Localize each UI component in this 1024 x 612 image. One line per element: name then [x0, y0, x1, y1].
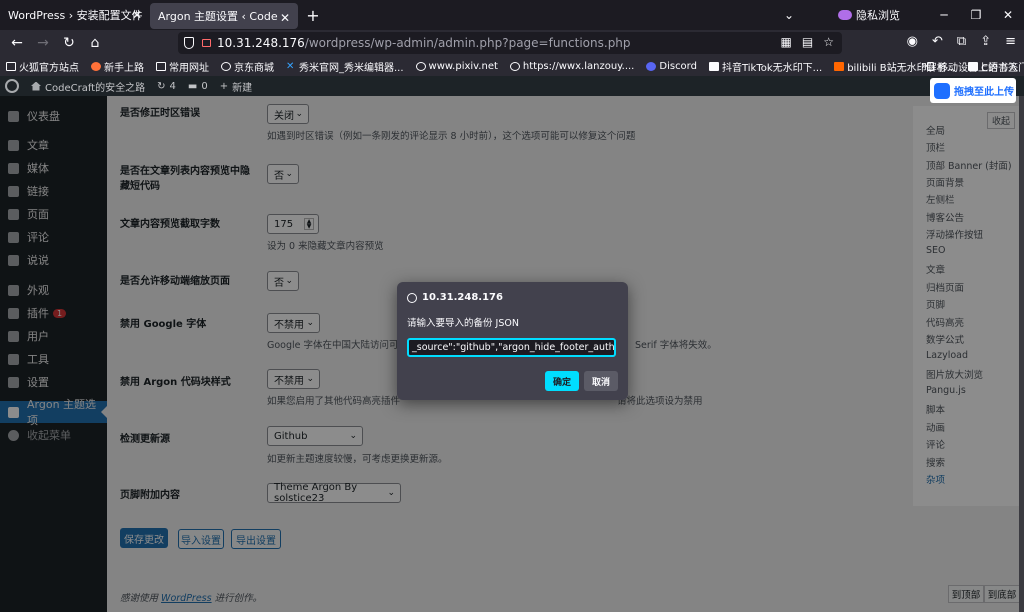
bookmark-star-icon[interactable]: ☆ — [823, 35, 834, 49]
reload-icon[interactable]: ↻ — [56, 35, 82, 51]
bookmark-label: www.pixiv.net — [428, 60, 498, 72]
comment-icon: ▬ — [187, 80, 198, 92]
minimize-icon[interactable]: ─ — [928, 8, 960, 22]
undo-icon[interactable]: ↶ — [932, 34, 943, 49]
folder-icon — [6, 61, 16, 71]
new-tab-button[interactable]: + — [302, 6, 324, 25]
tab-title: Argon 主题设置 ‹ CodeCraft的安全... — [158, 10, 278, 23]
comments-count: 0 — [201, 80, 208, 92]
dialog-header: 10.31.248.176 — [407, 292, 503, 303]
tab-argon-settings[interactable]: Argon 主题设置 ‹ CodeCraft的安全... ✕ — [150, 3, 298, 29]
discord-icon — [646, 61, 657, 71]
bookmark-item[interactable]: ✕ 秀米官网_秀米编辑器... — [286, 59, 404, 74]
cancel-button[interactable]: 取消 — [584, 371, 618, 391]
forward-arrow-icon[interactable]: → — [30, 35, 56, 51]
admin-bar-comments[interactable]: ▬ 0 — [188, 81, 208, 92]
tabbar-right: ⌄ 隐私浏览 ─ ❐ ✕ — [784, 0, 1024, 30]
tab-wordpress-config[interactable]: WordPress › 安装配置文件 ✕ — [0, 0, 150, 30]
close-icon[interactable]: ✕ — [132, 8, 142, 22]
extensions-icon[interactable]: ⧉ — [957, 34, 966, 49]
page-scrollbar[interactable] — [1019, 96, 1024, 612]
url-bar[interactable]: 10.31.248.176/wordpress/wp-admin/admin.p… — [178, 32, 842, 54]
mobile-bookmarks[interactable]: 移动设备上的书签 — [927, 56, 1018, 76]
upload-label: 拖拽至此上传 — [954, 87, 1014, 98]
bookmark-item[interactable]: 京东商城 — [221, 59, 274, 74]
bookmark-label: https://wwx.lanzouy.... — [522, 60, 635, 72]
back-arrow-icon[interactable]: ← — [4, 35, 30, 51]
home-icon — [31, 81, 41, 91]
bookmark-item[interactable]: 新手上路 — [91, 59, 144, 74]
mobile-device-icon — [927, 61, 934, 71]
bookmark-label: Discord — [659, 60, 697, 72]
insecure-lock-icon[interactable] — [202, 39, 211, 47]
bookmark-label: 京东商城 — [234, 62, 274, 74]
toolbar-right: ◉ ↶ ⧉ ⇪ ≡ — [907, 34, 1016, 49]
folder-icon — [156, 61, 166, 71]
site-name: CodeCraft的安全之路 — [45, 82, 146, 94]
wordpress-logo-icon[interactable] — [5, 79, 19, 93]
bookmark-item[interactable]: Discord — [646, 61, 697, 72]
tab-title: WordPress › 安装配置文件 — [8, 9, 142, 22]
admin-bar-new[interactable]: + 新建 — [220, 79, 252, 94]
new-label: 新建 — [232, 82, 253, 94]
bookmark-label: 火狐官方站点 — [19, 62, 79, 74]
bilibili-icon — [834, 61, 845, 71]
updates-count: 4 — [169, 80, 176, 92]
globe-icon — [407, 292, 417, 303]
admin-bar-updates[interactable]: ↻ 4 — [157, 81, 176, 92]
bookmark-label: 抖音TikTok无水印下... — [721, 62, 823, 74]
ok-button[interactable]: 确定 — [545, 371, 579, 391]
close-icon[interactable]: ✕ — [280, 11, 290, 25]
dialog-message: 请输入要导入的备份 JSON — [407, 318, 519, 329]
bookmark-item[interactable]: 常用网址 — [156, 59, 209, 74]
url-host: 10.31.248.176 — [217, 36, 305, 50]
reader-view-icon[interactable]: ▤ — [802, 35, 813, 49]
firefox-icon — [91, 61, 101, 71]
updates-icon: ↻ — [157, 80, 166, 92]
home-icon[interactable]: ⌂ — [82, 35, 108, 51]
backup-json-input[interactable]: _source":"github","argon_hide_footer_aut… — [407, 338, 616, 357]
drag-upload-widget[interactable]: 拖拽至此上传 — [930, 78, 1016, 103]
dialog-host: 10.31.248.176 — [422, 292, 503, 303]
url-bar-actions: ▦ ▤ ☆ — [781, 35, 834, 49]
qr-code-icon[interactable]: ▦ — [781, 35, 792, 49]
restore-icon[interactable]: ❐ — [960, 8, 992, 22]
private-mask-icon — [838, 10, 852, 20]
private-browsing-indicator: 隐私浏览 — [838, 7, 900, 23]
tracking-shield-icon[interactable] — [184, 37, 194, 49]
plus-icon: + — [219, 80, 229, 92]
prompt-dialog: 10.31.248.176 请输入要导入的备份 JSON _source":"g… — [397, 282, 628, 400]
nav-bar: ← → ↻ ⌂ 10.31.248.176/wordpress/wp-admin… — [0, 30, 1024, 56]
share-icon[interactable]: ⇪ — [980, 34, 991, 49]
globe-icon — [415, 61, 426, 71]
bookmark-item[interactable]: 抖音TikTok无水印下... — [708, 59, 823, 74]
account-icon[interactable]: ◉ — [907, 34, 918, 49]
bookmark-label: 常用网址 — [169, 62, 209, 74]
bookmark-item[interactable]: 火狐官方站点 — [6, 59, 79, 74]
bookmark-label: 移动设备上的书签 — [938, 62, 1018, 74]
bookmark-label: 新手上路 — [104, 62, 144, 74]
cloud-upload-icon — [934, 82, 950, 99]
bookmark-item[interactable]: www.pixiv.net — [415, 60, 498, 72]
url-path: /wordpress/wp-admin/admin.php?page=funct… — [304, 36, 631, 50]
menu-icon[interactable]: ≡ — [1005, 34, 1016, 49]
tiktok-icon — [708, 61, 719, 71]
globe-icon — [221, 61, 231, 71]
admin-bar-site[interactable]: CodeCraft的安全之路 — [31, 79, 145, 94]
list-tabs-chevron-icon[interactable]: ⌄ — [784, 8, 794, 22]
bookmark-label: 秀米官网_秀米编辑器... — [299, 62, 404, 74]
bookmark-item[interactable]: https://wwx.lanzouy.... — [509, 60, 635, 72]
wp-admin-bar: CodeCraft的安全之路 ↻ 4 ▬ 0 + 新建 — [0, 76, 1024, 96]
xiumi-icon: ✕ — [286, 60, 295, 72]
private-label: 隐私浏览 — [856, 9, 900, 22]
search-icon — [509, 61, 520, 71]
window-close-icon[interactable]: ✕ — [992, 8, 1024, 22]
tab-bar: WordPress › 安装配置文件 ✕ Argon 主题设置 ‹ CodeCr… — [0, 0, 1024, 30]
bookmarks-toolbar: 火狐官方站点 新手上路 常用网址 京东商城 ✕ 秀米官网_秀米编辑器... www… — [0, 56, 1024, 76]
